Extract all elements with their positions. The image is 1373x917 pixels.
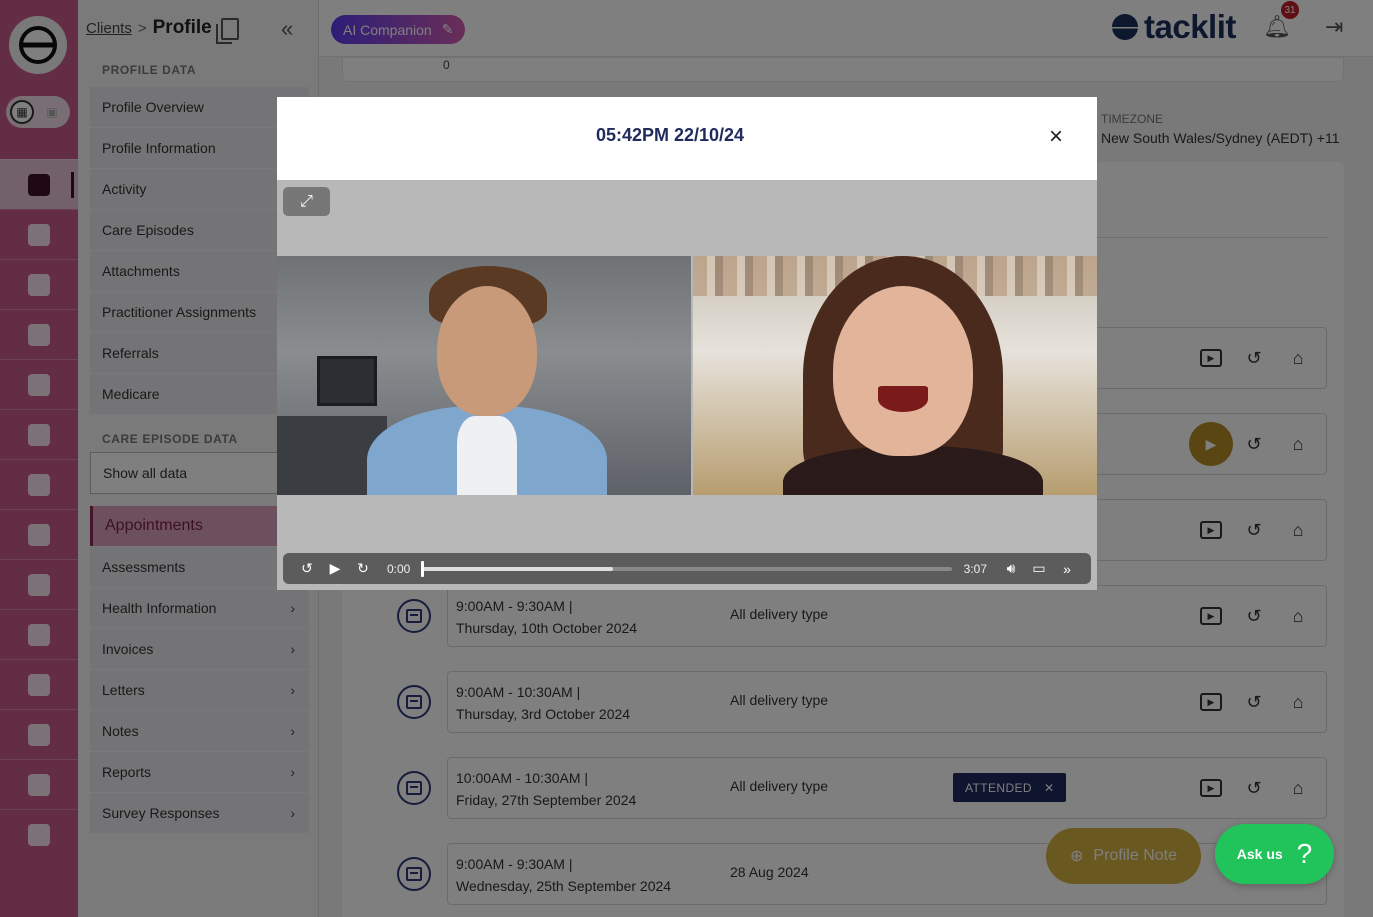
video-modal: 05:42PM 22/10/24 × ⤢ ↺ ▶ ↻ 0:00 3:07 🔊︎ …	[277, 97, 1097, 590]
airplay-icon[interactable]: ▭	[1025, 557, 1053, 581]
ask-us-button[interactable]: Ask us ?	[1215, 824, 1334, 884]
current-time: 0:00	[387, 561, 411, 576]
fullscreen-expand-icon[interactable]: ⤢	[283, 187, 330, 216]
forward-15-icon[interactable]: ↻	[349, 557, 377, 581]
participant-video-right	[693, 256, 1097, 495]
seek-buffered	[422, 566, 613, 571]
close-icon[interactable]: ×	[1049, 125, 1063, 149]
question-icon: ?	[1296, 838, 1313, 869]
rewind-15-icon[interactable]: ↺	[293, 557, 321, 581]
ask-us-label: Ask us	[1236, 846, 1283, 862]
player-controls: ↺ ▶ ↻ 0:00 3:07 🔊︎ ▭ »	[283, 553, 1091, 584]
seek-bar[interactable]	[421, 560, 952, 577]
seek-thumb[interactable]	[421, 560, 425, 577]
play-icon[interactable]: ▶	[321, 557, 349, 581]
ask-us-wrapper: Ask us ?	[1215, 824, 1334, 884]
playback-speed-icon[interactable]: »	[1053, 557, 1081, 581]
participant-video-left	[277, 256, 691, 495]
volume-icon[interactable]: 🔊︎	[997, 557, 1025, 581]
video-player[interactable]: ⤢ ↺ ▶ ↻ 0:00 3:07 🔊︎ ▭ »	[277, 180, 1097, 590]
duration: 3:07	[963, 561, 987, 576]
modal-title: 05:42PM 22/10/24	[595, 125, 745, 145]
